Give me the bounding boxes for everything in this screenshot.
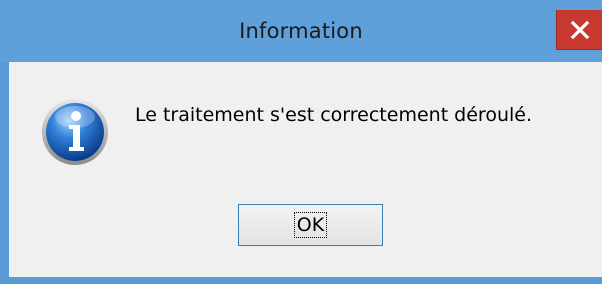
title-bar[interactable]: Information [0, 0, 602, 62]
window-bottom-border [0, 277, 602, 284]
close-button[interactable] [556, 10, 602, 50]
window-title: Information [239, 19, 363, 43]
close-icon [570, 20, 589, 39]
ok-button-label: OK [293, 212, 328, 238]
dialog-body: Le traitement s'est correctement déroulé… [9, 62, 602, 277]
dialog-window: Information Le traitement s'est correcte… [0, 0, 602, 284]
info-icon [42, 99, 108, 165]
dialog-message: Le traitement s'est correctement déroulé… [135, 104, 532, 126]
ok-button[interactable]: OK [238, 204, 383, 246]
